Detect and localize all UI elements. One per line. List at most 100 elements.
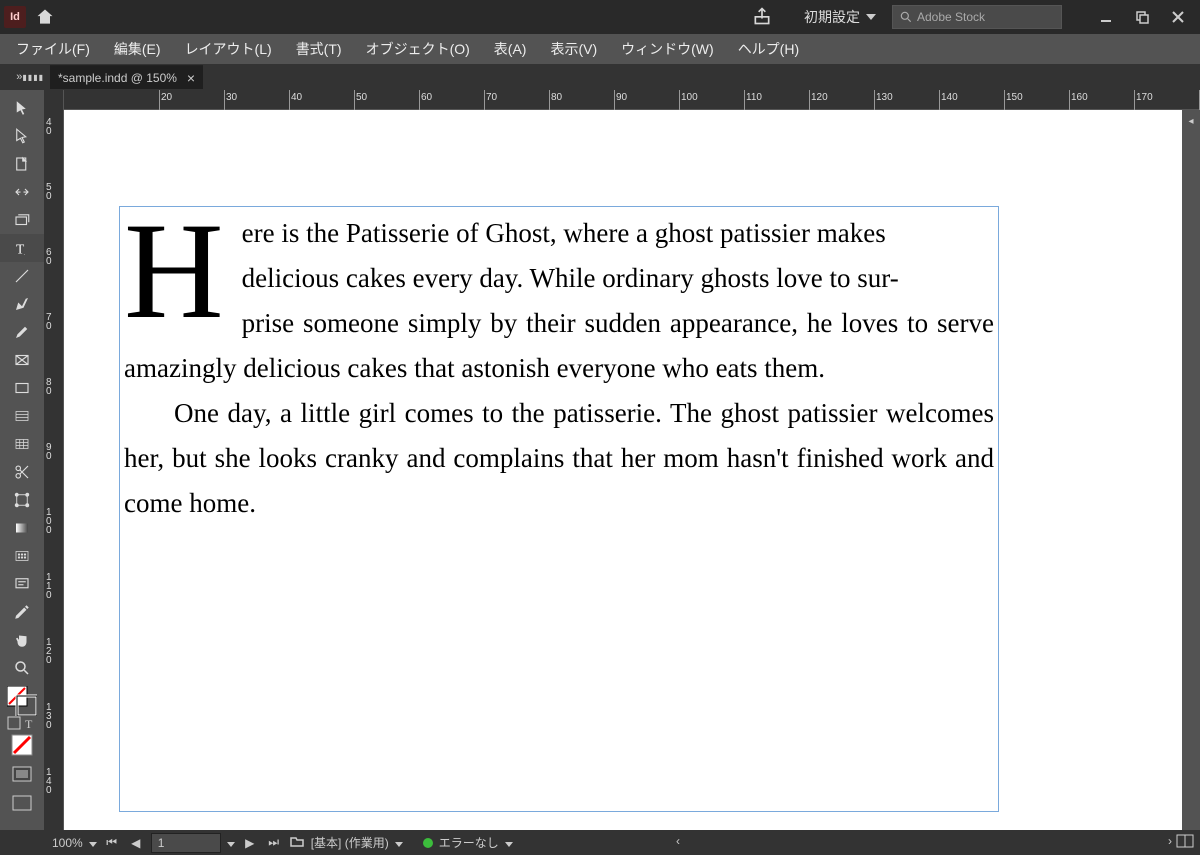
menu-type[interactable]: 書式(T) [284, 35, 354, 63]
hruler-tick: 70 [486, 92, 497, 103]
document-tabs: »▮▮▮▮ *sample.indd @ 150% × [0, 64, 1200, 90]
grid1-tool[interactable] [0, 402, 44, 430]
gap-tool[interactable] [0, 178, 44, 206]
hruler-tick: 40 [291, 92, 302, 103]
expand-panels-icon[interactable]: »▮▮▮▮ [0, 64, 50, 90]
preflight-status-icon [423, 838, 433, 848]
vruler-tick: 140 [46, 768, 52, 795]
gradient-swatch-tool[interactable] [0, 514, 44, 542]
menu-table[interactable]: 表(A) [482, 35, 539, 63]
menu-object[interactable]: オブジェクト(O) [354, 35, 482, 63]
apply-color-none[interactable] [11, 734, 33, 759]
hruler-tick: 160 [1071, 92, 1088, 103]
free-transform-tool[interactable] [0, 486, 44, 514]
hruler-tick: 110 [746, 92, 762, 103]
page-dropdown-icon[interactable] [227, 836, 235, 850]
last-page-button[interactable]: ⏭ [265, 833, 283, 853]
pencil-tool[interactable] [0, 318, 44, 346]
para2: One day, a little girl comes to the pati… [124, 391, 994, 526]
direct-selection-tool[interactable] [0, 122, 44, 150]
rectangle-tool[interactable] [0, 374, 44, 402]
pen-tool[interactable] [0, 290, 44, 318]
vruler-tick: 110 [46, 573, 52, 600]
preflight-profile-dropdown-icon[interactable] [395, 836, 403, 850]
close-button[interactable] [1160, 3, 1196, 31]
minimize-button[interactable] [1088, 3, 1124, 31]
vruler-tick: 60 [46, 248, 52, 266]
home-button[interactable] [32, 4, 58, 30]
scroll-left-icon[interactable]: ‹ [676, 834, 680, 851]
zoom-tool[interactable] [0, 654, 44, 682]
page-number-field[interactable]: 1 [151, 833, 221, 853]
stock-search[interactable]: Adobe Stock [892, 5, 1062, 29]
expand-right-icon[interactable]: ◂ [1184, 114, 1198, 128]
hruler-tick: 50 [356, 92, 367, 103]
page-number: 1 [158, 836, 165, 850]
document-tab-title: *sample.indd @ 150% [58, 71, 177, 85]
zoom-level: 100% [52, 836, 83, 850]
document-tab[interactable]: *sample.indd @ 150% × [50, 65, 203, 89]
note-tool[interactable] [0, 570, 44, 598]
line-tool[interactable] [0, 262, 44, 290]
next-page-button[interactable]: ▶ [241, 833, 259, 853]
first-page-button[interactable]: ⏮ [103, 833, 121, 853]
rectangle-frame-tool[interactable] [0, 346, 44, 374]
hruler-tick: 20 [161, 92, 172, 103]
menu-layout[interactable]: レイアウト(L) [173, 35, 284, 63]
menu-help[interactable]: ヘルプ(H) [726, 35, 811, 63]
preflight-dropdown-icon[interactable] [505, 836, 513, 850]
menu-file[interactable]: ファイル(F) [4, 35, 102, 63]
hruler-tick: 30 [226, 92, 237, 103]
scissors-tool[interactable] [0, 458, 44, 486]
document-canvas[interactable]: H ere is the Patisserie of Ghost, where … [64, 110, 1182, 830]
menu-view[interactable]: 表示(V) [538, 35, 609, 63]
type-tool[interactable]: T. [0, 234, 44, 262]
app-logo: Id [4, 6, 26, 28]
grid2-tool[interactable] [0, 430, 44, 458]
maximize-button[interactable] [1124, 3, 1160, 31]
hruler-tick: 130 [876, 92, 893, 103]
split-view-icon[interactable] [1176, 834, 1194, 851]
workspace-dropdown[interactable]: 初期設定 [794, 3, 886, 31]
svg-text:.: . [24, 251, 25, 257]
vruler-tick: 70 [46, 313, 52, 331]
app-toolbar: Id 初期設定 Adobe Stock [0, 0, 1200, 34]
menu-window[interactable]: ウィンドウ(W) [609, 35, 726, 63]
hruler-tick: 140 [941, 92, 958, 103]
vertical-ruler[interactable]: 405060708090100110120130140150 [44, 110, 64, 830]
para1-line2: delicious cakes every day. While ordinar… [242, 263, 899, 293]
fill-stroke-swatch[interactable] [7, 686, 37, 712]
selection-tool[interactable] [0, 94, 44, 122]
hruler-tick: 100 [681, 92, 698, 103]
page-tool[interactable] [0, 150, 44, 178]
preflight-status[interactable]: エラーなし [439, 834, 499, 851]
hruler-tick: 90 [616, 92, 627, 103]
horizontal-ruler[interactable]: 2030405060708090100110120130140150160170… [44, 90, 1200, 110]
search-placeholder: Adobe Stock [917, 10, 985, 24]
zoom-dropdown-icon[interactable] [89, 836, 97, 850]
open-icon[interactable] [289, 833, 305, 852]
hruler-tick: 60 [421, 92, 432, 103]
document-tab-close-icon[interactable]: × [187, 70, 195, 86]
view-mode-toggle[interactable] [11, 763, 33, 788]
share-icon[interactable] [752, 6, 772, 29]
gradient-feather-tool[interactable] [0, 542, 44, 570]
hruler-tick: 80 [551, 92, 562, 103]
vruler-tick: 130 [46, 703, 52, 730]
tools-panel: T. T [0, 90, 44, 830]
vruler-tick: 120 [46, 638, 52, 665]
svg-text:T: T [25, 717, 33, 730]
workspace-label: 初期設定 [804, 7, 860, 27]
eyedropper-tool[interactable] [0, 598, 44, 626]
container-text-toggle[interactable]: T [7, 716, 37, 730]
para1-line3: prise someone simply by their sudden app… [242, 308, 928, 338]
hand-tool[interactable] [0, 626, 44, 654]
content-collector-tool[interactable] [0, 206, 44, 234]
scroll-right-icon[interactable]: › [1168, 834, 1172, 851]
collapsed-panels[interactable]: ◂ [1182, 110, 1200, 830]
preflight-profile[interactable]: [基本] (作業用) [311, 834, 389, 851]
screen-mode-toggle[interactable] [11, 792, 33, 817]
menu-edit[interactable]: 編集(E) [102, 35, 173, 63]
prev-page-button[interactable]: ◀ [127, 833, 145, 853]
text-frame[interactable]: H ere is the Patisserie of Ghost, where … [119, 206, 999, 812]
